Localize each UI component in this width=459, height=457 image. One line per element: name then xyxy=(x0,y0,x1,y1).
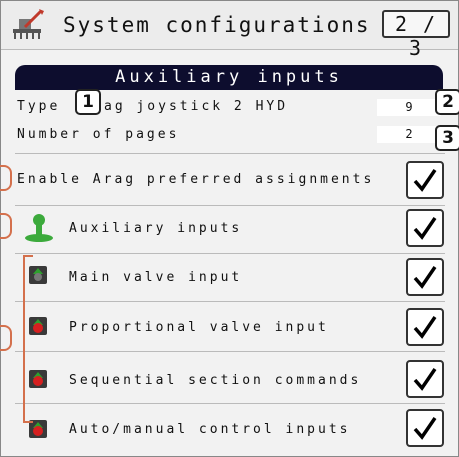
number-of-pages-label: Number of pages xyxy=(17,127,180,142)
checkmark-icon xyxy=(413,316,437,339)
enable-arag-assignments-checkbox[interactable] xyxy=(406,161,444,199)
auxiliary-inputs-checkbox[interactable] xyxy=(406,209,444,247)
proportional-valve-input-checkbox[interactable] xyxy=(406,308,444,346)
divider xyxy=(15,351,445,352)
page-indicator-button[interactable]: 2 / 3 xyxy=(382,10,450,60)
enable-arag-assignments-label: Enable Arag preferred assignments xyxy=(17,172,375,187)
type-value[interactable]: ag joystick 2 HYD xyxy=(104,99,288,114)
joystick-icon xyxy=(25,214,53,242)
checkmark-icon xyxy=(413,169,437,192)
divider xyxy=(15,253,445,254)
auto-manual-control-inputs-label: Auto/manual control inputs xyxy=(69,422,351,437)
divider xyxy=(15,205,445,206)
type-label: Type xyxy=(17,99,61,114)
main-valve-input-label: Main valve input xyxy=(69,270,243,285)
callout-2: 2 xyxy=(435,89,459,115)
sprayer-settings-icon xyxy=(13,9,44,39)
main-valve-input-checkbox[interactable] xyxy=(406,258,444,296)
callout-1: 1 xyxy=(75,89,101,115)
proportional-valve-input-label: Proportional valve input xyxy=(69,320,329,335)
screen-frame: System configurations 2 / 3 Auxiliary in… xyxy=(0,0,459,457)
checkmark-icon xyxy=(413,368,437,391)
callout-edge-marker xyxy=(0,165,12,191)
divider xyxy=(15,403,445,404)
callout-edge-marker xyxy=(0,213,12,239)
auto-manual-control-inputs-checkbox[interactable] xyxy=(406,409,444,447)
callout-edge-marker xyxy=(0,325,12,351)
checkmark-icon xyxy=(413,217,437,240)
auxiliary-inputs-label: Auxiliary inputs xyxy=(69,221,243,236)
sequential-section-commands-checkbox[interactable] xyxy=(406,360,444,398)
section-title: Auxiliary inputs xyxy=(15,65,443,90)
checkmark-icon xyxy=(413,266,437,289)
callout-bracket xyxy=(23,255,33,423)
page-title: System configurations xyxy=(63,13,371,37)
divider xyxy=(15,153,445,154)
divider xyxy=(15,301,445,302)
sequential-section-commands-label: Sequential section commands xyxy=(69,373,362,388)
header-bar: System configurations 2 / 3 xyxy=(1,1,458,60)
number-of-pages-field[interactable]: 2 xyxy=(377,126,441,143)
type-number-field[interactable]: 9 xyxy=(377,99,441,116)
checkmark-icon xyxy=(413,417,437,440)
callout-3: 3 xyxy=(435,125,459,151)
